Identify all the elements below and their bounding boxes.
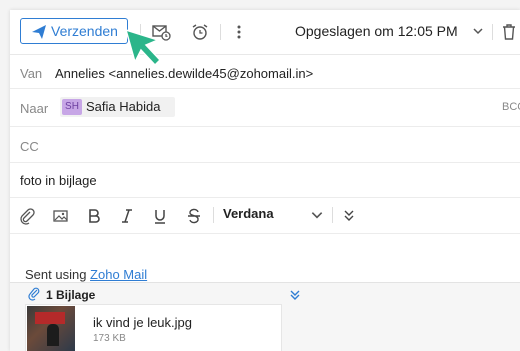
from-value[interactable]: Annelies <annelies.dewilde45@zohomail.in… xyxy=(55,66,313,81)
paperclip-icon xyxy=(28,287,40,301)
pointer-cursor-icon xyxy=(124,28,162,67)
font-select[interactable]: Verdana xyxy=(223,206,274,221)
more-options-icon[interactable] xyxy=(229,22,249,42)
signature: Sent using Zoho Mail xyxy=(25,267,147,282)
expand-toolbar-icon[interactable] xyxy=(340,207,358,225)
trash-icon[interactable] xyxy=(500,22,518,42)
from-label: Van xyxy=(20,66,43,81)
subject-field[interactable]: foto in bijlage xyxy=(20,173,97,188)
attachment-thumbnail xyxy=(27,306,75,351)
alarm-clock-icon[interactable] xyxy=(190,22,210,42)
cc-label: CC xyxy=(20,139,39,154)
toolbar-divider xyxy=(492,24,493,40)
toolbar-divider xyxy=(213,207,214,223)
bold-icon[interactable] xyxy=(85,207,103,225)
signature-text: Sent using xyxy=(25,267,91,282)
recipient-name: Safia Habida xyxy=(86,99,161,114)
strikethrough-icon[interactable] xyxy=(185,207,203,225)
insert-image-icon[interactable] xyxy=(52,207,70,225)
avatar: SH xyxy=(62,99,82,115)
subject-row[interactable]: foto in bijlage xyxy=(10,162,520,198)
chevron-down-icon[interactable] xyxy=(472,25,484,37)
zoho-mail-link[interactable]: Zoho Mail xyxy=(90,267,147,282)
cc-row[interactable]: CC xyxy=(10,126,520,163)
attachment-item[interactable]: ik vind je leuk.jpg 173 KB xyxy=(25,304,282,351)
chevron-down-icon[interactable] xyxy=(310,208,324,222)
recipient-chip[interactable]: SH Safia Habida xyxy=(60,97,175,117)
send-icon xyxy=(32,25,46,39)
chevrons-down-icon[interactable] xyxy=(288,289,302,301)
format-toolbar: Verdana xyxy=(10,197,520,234)
compose-toolbar: Verzenden Opgeslagen om 12:05 PM xyxy=(10,10,520,55)
toolbar-divider xyxy=(220,24,221,40)
send-button[interactable]: Verzenden xyxy=(20,18,128,44)
attachment-name: ik vind je leuk.jpg xyxy=(93,315,192,330)
compose-window: Verzenden Opgeslagen om 12:05 PM Van Ann… xyxy=(10,10,520,351)
underline-icon[interactable] xyxy=(151,207,169,225)
italic-icon[interactable] xyxy=(118,207,136,225)
attachment-size: 173 KB xyxy=(93,333,126,344)
paperclip-icon[interactable] xyxy=(18,207,36,225)
to-label: Naar xyxy=(20,101,49,116)
saved-status: Opgeslagen om 12:05 PM xyxy=(295,23,458,39)
send-button-label: Verzenden xyxy=(51,23,118,39)
attachment-count: 1 Bijlage xyxy=(46,288,96,302)
bcc-toggle[interactable]: BCC xyxy=(502,101,520,113)
from-row: Van Annelies <annelies.dewilde45@zohomai… xyxy=(10,54,520,89)
toolbar-divider xyxy=(332,207,333,223)
